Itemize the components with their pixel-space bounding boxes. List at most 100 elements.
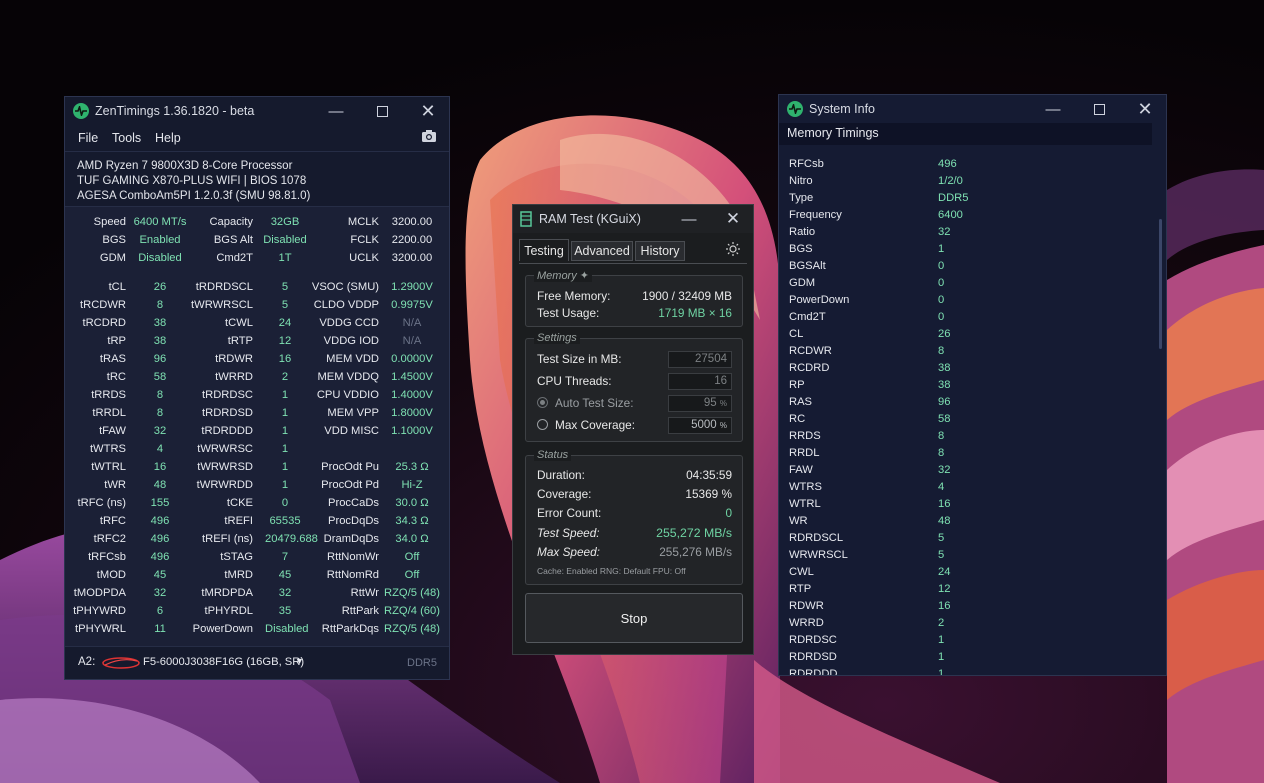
- tab-advanced[interactable]: Advanced: [571, 241, 633, 261]
- label-type: Type: [789, 192, 814, 204]
- zentimings-titlebar[interactable]: ZenTimings 1.36.1820 - beta — ✕: [65, 97, 449, 125]
- tab-history[interactable]: History: [635, 241, 685, 261]
- timing-row: tMODPDA 32 tMRDPDA 32 RttWr RZQ/5 (48): [65, 585, 451, 603]
- label-powerdown: PowerDown: [789, 294, 850, 306]
- timing-row: Speed 6400 MT/s Capacity 32GB MCLK 3200.00: [65, 214, 451, 232]
- label-trdrdsd: tRDRDSD: [202, 407, 253, 419]
- label-trrds: tRRDS: [91, 389, 126, 401]
- value-trrds: 8: [156, 389, 164, 401]
- scrollbar[interactable]: [1159, 219, 1162, 349]
- module-select[interactable]: F5-6000J3038F16G (16GB, SR): [143, 656, 304, 668]
- minimize-button[interactable]: —: [667, 205, 711, 233]
- label-bgs-alt: BGS Alt: [213, 234, 253, 246]
- value-cl: 26: [938, 328, 951, 340]
- test-size-input[interactable]: 27504: [668, 351, 732, 368]
- label-tphywrl: tPHYWRL: [75, 623, 126, 635]
- value-rc: 58: [938, 413, 951, 425]
- label-ratio: Ratio: [789, 226, 816, 238]
- ramtest-app-icon: [519, 211, 533, 227]
- value-vsoc-smu: 1.2900V: [391, 281, 433, 293]
- value-faw: 32: [938, 464, 951, 476]
- value-tmodpda: 32: [153, 587, 167, 599]
- menu-file[interactable]: File: [78, 131, 98, 145]
- label-wrwrscl: WRWRSCL: [789, 549, 848, 561]
- label-rdrdscl: RDRDSCL: [789, 532, 844, 544]
- memory-timings-list: RFCsb 496 Nitro 1/2/0 Type DDR5 Frequency 6400 R…: [779, 95, 1159, 675]
- window-title: RAM Test (KGuiX): [539, 212, 641, 226]
- value-twrrd: 2: [281, 371, 289, 383]
- label-vddg-iod: VDDG IOD: [323, 335, 379, 347]
- label-proccads: ProcCaDs: [328, 497, 379, 509]
- auto-test-size-input[interactable]: 95 %: [668, 395, 732, 412]
- test-usage-row: Test Usage: 1719 MB × 16: [537, 306, 732, 320]
- cpu-threads-input[interactable]: 16: [668, 373, 732, 390]
- minimize-button[interactable]: —: [313, 97, 359, 125]
- label-tfaw: tFAW: [99, 425, 126, 437]
- timing-row: WTRS 4: [779, 480, 1159, 497]
- value-tmrd: 45: [278, 569, 292, 581]
- auto-test-size-radio[interactable]: [537, 397, 548, 408]
- timing-row: tRFCsb 496 tSTAG 7 RttNomWr Off: [65, 549, 451, 567]
- max-coverage-input[interactable]: 5000 %: [668, 417, 732, 434]
- value-gdm: Disabled: [138, 252, 182, 264]
- label-rfcsb: RFCsb: [789, 158, 824, 170]
- label-tstag: tSTAG: [220, 551, 253, 563]
- timing-row: RFCsb 496: [779, 157, 1159, 174]
- value-trp: 38: [153, 335, 167, 347]
- label-twrwrsd: tWRWRSD: [197, 461, 253, 473]
- value-ratio: 32: [938, 226, 951, 238]
- timing-row: Cmd2T 0: [779, 310, 1159, 327]
- value-twtrl: 16: [153, 461, 167, 473]
- label-uclk: UCLK: [349, 252, 379, 264]
- timing-row: tWTRL 16 tWRWRSD 1 ProcOdt Pu 25.3 Ω: [65, 459, 451, 477]
- value-powerdown: 0: [938, 294, 945, 306]
- chevron-down-icon[interactable]: ▼: [295, 656, 304, 666]
- value-vddg-ccd: N/A: [402, 317, 422, 329]
- label-rttpark: RttPark: [341, 605, 379, 617]
- cpu-name: AMD Ryzen 7 9800X3D 8-Core Processor: [77, 160, 293, 172]
- test-size-row: Test Size in MB: 27504: [537, 351, 732, 369]
- label-cpu-vddio: CPU VDDIO: [316, 389, 379, 401]
- value-tras: 96: [153, 353, 167, 365]
- stop-button[interactable]: Stop: [525, 593, 743, 643]
- label-tcwl: tCWL: [225, 317, 253, 329]
- close-button[interactable]: ✕: [405, 97, 451, 125]
- value-frequency: 6400: [938, 209, 963, 221]
- maximize-button[interactable]: [359, 97, 405, 125]
- label-bgs: BGS: [102, 234, 126, 246]
- label-dramdqds: DramDqDs: [323, 533, 379, 545]
- zentimings-window: ZenTimings 1.36.1820 - beta — ✕ File Too…: [64, 96, 450, 680]
- settings-sun-icon[interactable]: [725, 241, 741, 262]
- timing-row: WR 48: [779, 514, 1159, 531]
- value-trfc2: 496: [150, 533, 170, 545]
- value-trcdrd: 38: [153, 317, 167, 329]
- timing-row: tFAW 32 tRDRDDD 1 VDD MISC 1.1000V: [65, 423, 451, 441]
- menu-help[interactable]: Help: [155, 131, 181, 145]
- tab-bar: Testing Advanced History: [513, 237, 753, 263]
- ramtest-titlebar[interactable]: RAM Test (KGuiX) — ✕: [513, 205, 753, 233]
- memory-group: Memory ✦ Free Memory: 1900 / 32409 MB Tes…: [525, 269, 743, 327]
- label-rdrdsd: RDRDSD: [789, 651, 837, 663]
- value-wtrl: 16: [938, 498, 951, 510]
- tab-testing[interactable]: Testing: [519, 239, 569, 261]
- value-tphyrdl: 35: [278, 605, 292, 617]
- timing-row: RAS 96: [779, 395, 1159, 412]
- timing-row: WTRL 16: [779, 497, 1159, 514]
- value-tcwl: 24: [278, 317, 292, 329]
- max-coverage-radio[interactable]: [537, 419, 548, 430]
- close-button[interactable]: ✕: [711, 205, 755, 233]
- coverage-value: 15369 %: [685, 487, 732, 501]
- duration-row: Duration: 04:35:59: [537, 468, 732, 482]
- value-procdqds: 34.3 Ω: [395, 515, 429, 527]
- label-twtrl: tWTRL: [91, 461, 126, 473]
- camera-icon[interactable]: [421, 129, 437, 146]
- ddr-type: DDR5: [407, 657, 437, 669]
- value-rttnomrd: Off: [404, 569, 420, 581]
- value-rcdwr: 8: [938, 345, 945, 357]
- status-group-title: Status: [534, 449, 572, 461]
- label-twrrd: tWRRD: [215, 371, 253, 383]
- value-twrwrdd: 1: [281, 479, 289, 491]
- timing-row: BGSAlt 0: [779, 259, 1159, 276]
- value-cldo-vddp: 0.9975V: [391, 299, 433, 311]
- menu-tools[interactable]: Tools: [112, 131, 141, 145]
